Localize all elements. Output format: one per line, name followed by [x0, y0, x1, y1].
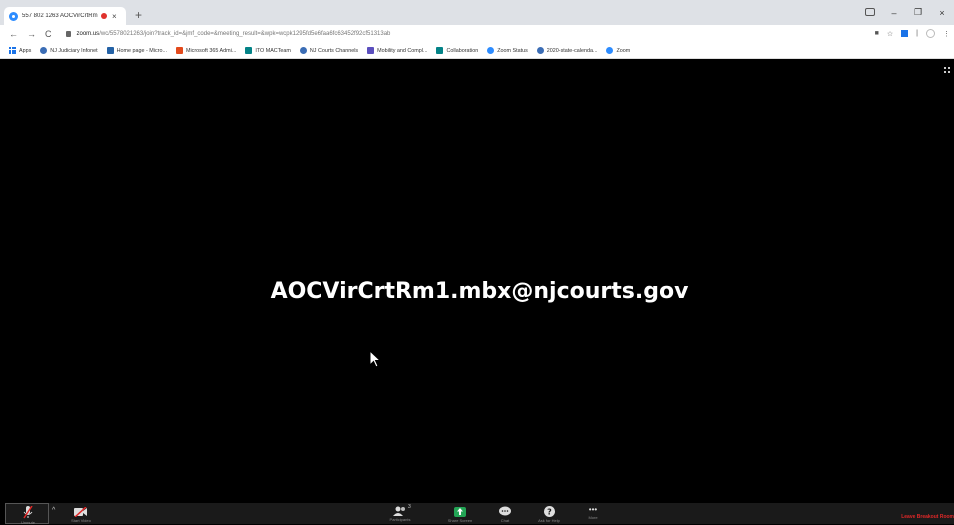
bookmark-label: Apps: [19, 47, 32, 54]
browser-toolbar: ← → C zoom.us/wc/5578021263/join?track_i…: [0, 25, 954, 43]
participant-name: AOCVirCrtRm1.mbx@njcourts.gov: [270, 279, 689, 304]
bookmark-item[interactable]: Apps: [9, 47, 31, 54]
profile-avatar[interactable]: [926, 29, 935, 38]
meeting-video-area: AOCVirCrtRm1.mbx@njcourts.gov: [5, 59, 954, 503]
zoom-icon: [487, 47, 495, 54]
tab-title: 557 802 1263 AOCVirCrtRm: [22, 13, 98, 19]
participants-button[interactable]: 3 Participants: [383, 503, 417, 524]
chat-label: Chat: [500, 518, 510, 523]
nj-infonet-icon: [40, 47, 48, 54]
chat-icon: [499, 506, 511, 516]
bookmarks-bar: Apps NJ Judiciary Infonet Home page - Micr…: [0, 43, 954, 59]
participants-count: 3: [408, 504, 411, 510]
bookmark-label: Microsoft 365 Admi...: [185, 47, 237, 54]
address-bar[interactable]: zoom.us/wc/5578021263/join?track_id=&jmf…: [77, 31, 391, 37]
bookmark-item[interactable]: Mobility and Compl...: [367, 47, 427, 54]
meeting-control-bar: Unmute ^ Start Video 3 Participants Shar…: [5, 503, 954, 525]
chat-button[interactable]: Chat: [493, 503, 517, 524]
view-grip-icon[interactable]: [944, 67, 950, 73]
start-video-button[interactable]: Start Video: [65, 503, 97, 524]
bookmark-item[interactable]: Zoom Status: [487, 47, 528, 54]
restore-button[interactable]: ❐: [906, 7, 930, 18]
share-screen-label: Share Screen: [447, 518, 473, 523]
bookmark-label: 2020-state-calenda...: [546, 47, 598, 54]
url-path: /wc/5578021263/join?track_id=&jmf_code=&…: [99, 31, 391, 37]
close-window-button[interactable]: ×: [930, 8, 954, 18]
recording-indicator-icon: [101, 13, 107, 19]
intune-icon: [367, 47, 375, 54]
help-icon: ?: [543, 506, 555, 517]
bookmark-item[interactable]: NJ Judiciary Infonet: [40, 47, 98, 54]
bookmark-label: Mobility and Compl...: [377, 47, 428, 54]
browser-tab-strip: 557 802 1263 AOCVirCrtRm × + – ❐ ×: [0, 0, 954, 25]
tab-close-icon[interactable]: ×: [112, 12, 117, 21]
bookmark-label: ITO MACTeam: [255, 47, 291, 54]
nj-courts-icon: [299, 47, 307, 54]
nj-courts-icon: [536, 47, 544, 54]
bookmark-star-icon[interactable]: ☆: [887, 30, 893, 38]
lock-icon[interactable]: [65, 31, 71, 37]
more-label: More: [588, 515, 598, 520]
start-video-label: Start Video: [71, 518, 91, 523]
audio-options-chevron-icon[interactable]: ^: [52, 507, 55, 514]
bookmark-label: Zoom Status: [497, 47, 528, 54]
sharepoint-team-icon: [245, 47, 253, 54]
apps-grid-icon: [9, 47, 16, 54]
svg-text:?: ?: [547, 507, 552, 516]
bookmark-label: NJ Judiciary Infonet: [50, 47, 98, 54]
bookmark-label: Collaboration: [446, 47, 479, 54]
muted-microphone-icon: [23, 506, 33, 519]
bookmark-item[interactable]: 2020-state-calenda...: [536, 47, 598, 54]
back-button[interactable]: ←: [9, 29, 18, 39]
video-off-icon: [74, 507, 87, 517]
url-host: zoom.us: [76, 31, 100, 37]
more-button[interactable]: ••• More: [581, 503, 605, 524]
bookmark-item[interactable]: Zoom: [606, 47, 630, 54]
unmute-button[interactable]: Unmute: [5, 503, 49, 525]
new-tab-button[interactable]: +: [135, 8, 142, 22]
mouse-cursor-icon: [369, 350, 381, 368]
help-label: Ask for Help: [538, 518, 560, 523]
tab-search-icon[interactable]: [858, 7, 882, 18]
window-controls: – ❐ ×: [858, 7, 954, 18]
bookmark-item[interactable]: Collaboration: [436, 47, 478, 54]
unmute-label: Unmute: [20, 520, 35, 525]
office-icon: [175, 47, 183, 54]
ask-for-help-button[interactable]: ? Ask for Help: [530, 503, 568, 524]
bookmark-label: Zoom: [616, 47, 631, 54]
separator: |: [916, 30, 918, 37]
unmute-control: Unmute: [18, 504, 38, 525]
share-screen-button[interactable]: Share Screen: [440, 503, 480, 524]
camera-blocked-icon[interactable]: ■: [875, 30, 879, 37]
bookmark-item[interactable]: NJ Courts Channels: [299, 47, 359, 54]
menu-kebab-icon[interactable]: ⋮: [943, 30, 950, 38]
extension-icon[interactable]: [901, 30, 909, 37]
more-dots-icon: •••: [588, 505, 598, 514]
participants-label: Participants: [389, 517, 411, 522]
bookmark-label: NJ Courts Channels: [309, 47, 359, 54]
bookmark-label: Home page - Micro...: [116, 47, 167, 54]
zoom-icon: [606, 47, 614, 54]
forward-button[interactable]: →: [27, 29, 36, 39]
reload-button[interactable]: C: [45, 29, 52, 39]
bookmark-item[interactable]: Home page - Micro...: [106, 47, 167, 54]
bookmark-item[interactable]: ITO MACTeam: [245, 47, 291, 54]
bookmark-item[interactable]: Microsoft 365 Admi...: [175, 47, 237, 54]
participants-icon: [393, 506, 405, 516]
leave-breakout-room-button[interactable]: Leave Breakout Room: [901, 514, 954, 520]
share-screen-icon: [454, 507, 466, 517]
browser-tab-zoom[interactable]: 557 802 1263 AOCVirCrtRm ×: [4, 7, 126, 25]
minimize-button[interactable]: –: [882, 8, 906, 18]
sharepoint-icon: [106, 47, 114, 54]
sharepoint-team-icon: [436, 47, 444, 54]
toolbar-actions: ■ ☆ | ⋮: [875, 29, 950, 38]
zoom-favicon-icon: [9, 11, 18, 21]
